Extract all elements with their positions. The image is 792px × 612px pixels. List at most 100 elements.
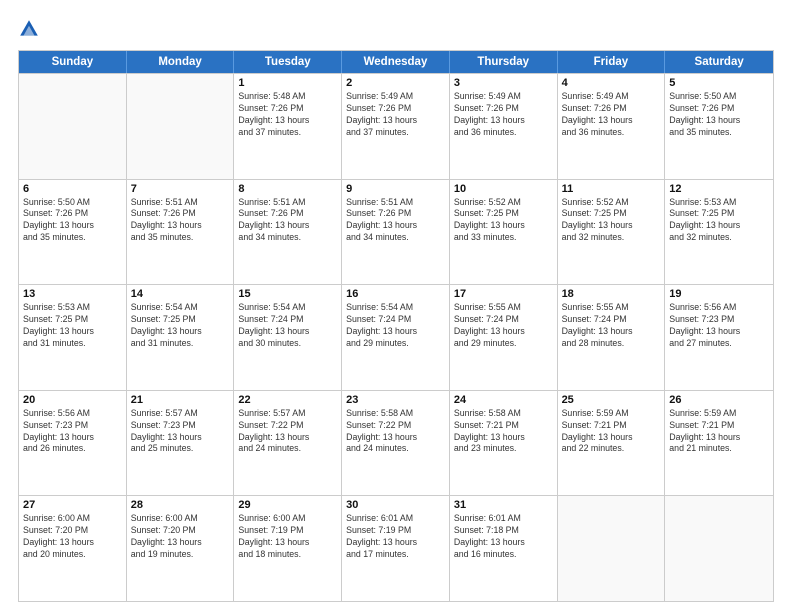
cell-info-line: Daylight: 13 hours <box>669 432 769 444</box>
cell-info-line: Daylight: 13 hours <box>562 115 661 127</box>
day-number: 28 <box>131 499 230 511</box>
cell-info-line: Daylight: 13 hours <box>238 115 337 127</box>
day-cell-8: 8Sunrise: 5:51 AMSunset: 7:26 PMDaylight… <box>234 180 342 285</box>
day-number: 16 <box>346 288 445 300</box>
cell-info-line: Daylight: 13 hours <box>238 220 337 232</box>
day-number: 26 <box>669 394 769 406</box>
calendar: SundayMondayTuesdayWednesdayThursdayFrid… <box>18 50 774 602</box>
cell-info-line: Sunrise: 5:49 AM <box>562 91 661 103</box>
day-cell-23: 23Sunrise: 5:58 AMSunset: 7:22 PMDayligh… <box>342 391 450 496</box>
day-cell-24: 24Sunrise: 5:58 AMSunset: 7:21 PMDayligh… <box>450 391 558 496</box>
day-number: 11 <box>562 183 661 195</box>
cell-info-line: Daylight: 13 hours <box>346 432 445 444</box>
cell-info-line: Sunset: 7:26 PM <box>562 103 661 115</box>
day-number: 15 <box>238 288 337 300</box>
cell-info-line: and 36 minutes. <box>454 127 553 139</box>
cell-info-line: Sunrise: 5:56 AM <box>669 302 769 314</box>
day-cell-13: 13Sunrise: 5:53 AMSunset: 7:25 PMDayligh… <box>19 285 127 390</box>
calendar-header: SundayMondayTuesdayWednesdayThursdayFrid… <box>19 51 773 73</box>
cell-info-line: Sunset: 7:19 PM <box>238 525 337 537</box>
cell-info-line: Daylight: 13 hours <box>669 326 769 338</box>
calendar-row-2: 6Sunrise: 5:50 AMSunset: 7:26 PMDaylight… <box>19 179 773 285</box>
cell-info-line: Sunrise: 5:51 AM <box>238 197 337 209</box>
cell-info-line: and 19 minutes. <box>131 549 230 561</box>
cell-info-line: Sunrise: 5:57 AM <box>131 408 230 420</box>
cell-info-line: Daylight: 13 hours <box>23 220 122 232</box>
weekday-header-sunday: Sunday <box>19 51 127 73</box>
weekday-header-tuesday: Tuesday <box>234 51 342 73</box>
day-number: 7 <box>131 183 230 195</box>
day-cell-27: 27 Sunrise: 6:00 AMSunset: 7:20 PMDayligh… <box>19 496 127 601</box>
cell-info-line: Sunrise: 5:51 AM <box>131 197 230 209</box>
day-number: 4 <box>562 77 661 89</box>
day-number: 30 <box>346 499 445 511</box>
cell-info-line: Sunrise: 5:56 AM <box>23 408 122 420</box>
cell-info-line: and 23 minutes. <box>454 443 553 455</box>
cell-info-line: Sunset: 7:21 PM <box>562 420 661 432</box>
cell-info-line: Daylight: 13 hours <box>131 537 230 549</box>
day-number: 6 <box>23 183 122 195</box>
cell-info-line: and 32 minutes. <box>562 232 661 244</box>
day-cell-12: 12Sunrise: 5:53 AMSunset: 7:25 PMDayligh… <box>665 180 773 285</box>
day-cell-25: 25Sunrise: 5:59 AMSunset: 7:21 PMDayligh… <box>558 391 666 496</box>
cell-info-line: and 34 minutes. <box>346 232 445 244</box>
cell-info-line: Sunrise: 5:49 AM <box>454 91 553 103</box>
cell-info-line: Sunrise: 6:00 AM <box>131 513 230 525</box>
cell-info-line: Sunset: 7:24 PM <box>238 314 337 326</box>
day-cell-10: 10Sunrise: 5:52 AMSunset: 7:25 PMDayligh… <box>450 180 558 285</box>
cell-info-line: and 24 minutes. <box>238 443 337 455</box>
empty-cell <box>19 74 127 179</box>
day-number: 3 <box>454 77 553 89</box>
cell-info-line: Daylight: 13 hours <box>454 432 553 444</box>
cell-info-line: and 35 minutes. <box>23 232 122 244</box>
cell-info-line: Daylight: 13 hours <box>131 220 230 232</box>
logo-icon <box>18 18 40 40</box>
cell-info-line: Sunrise: 6:00 AM <box>23 513 122 525</box>
day-cell-11: 11Sunrise: 5:52 AMSunset: 7:25 PMDayligh… <box>558 180 666 285</box>
cell-info-line: Sunrise: 5:58 AM <box>346 408 445 420</box>
cell-info-line: Sunrise: 5:55 AM <box>454 302 553 314</box>
cell-info-line: and 37 minutes. <box>346 127 445 139</box>
cell-info-line: Sunset: 7:22 PM <box>346 420 445 432</box>
cell-info-line: Daylight: 13 hours <box>23 432 122 444</box>
day-number: 14 <box>131 288 230 300</box>
day-cell-4: 4 Sunrise: 5:49 AMSunset: 7:26 PMDaylight… <box>558 74 666 179</box>
cell-info-line: Sunrise: 6:01 AM <box>454 513 553 525</box>
cell-info-line: and 21 minutes. <box>669 443 769 455</box>
cell-info-line: Sunset: 7:25 PM <box>131 314 230 326</box>
cell-info-line: Sunset: 7:26 PM <box>346 208 445 220</box>
day-number: 31 <box>454 499 553 511</box>
day-number: 8 <box>238 183 337 195</box>
day-cell-16: 16Sunrise: 5:54 AMSunset: 7:24 PMDayligh… <box>342 285 450 390</box>
cell-info-line: Sunrise: 5:54 AM <box>131 302 230 314</box>
cell-info-line: Sunset: 7:19 PM <box>346 525 445 537</box>
cell-info-line: Sunset: 7:26 PM <box>669 103 769 115</box>
weekday-header-wednesday: Wednesday <box>342 51 450 73</box>
cell-info-line: Daylight: 13 hours <box>562 220 661 232</box>
day-cell-21: 21Sunrise: 5:57 AMSunset: 7:23 PMDayligh… <box>127 391 235 496</box>
cell-info-line: Daylight: 13 hours <box>346 537 445 549</box>
day-cell-17: 17Sunrise: 5:55 AMSunset: 7:24 PMDayligh… <box>450 285 558 390</box>
cell-info-line: Sunrise: 5:48 AM <box>238 91 337 103</box>
day-number: 1 <box>238 77 337 89</box>
day-cell-29: 29Sunrise: 6:00 AMSunset: 7:19 PMDayligh… <box>234 496 342 601</box>
cell-info-line: Daylight: 13 hours <box>23 537 122 549</box>
cell-info-line: Sunset: 7:26 PM <box>131 208 230 220</box>
cell-info-line: and 35 minutes. <box>669 127 769 139</box>
cell-info-line: and 35 minutes. <box>131 232 230 244</box>
cell-info-line: Sunset: 7:23 PM <box>131 420 230 432</box>
cell-info-line: and 29 minutes. <box>346 338 445 350</box>
logo <box>18 18 44 40</box>
cell-info-line: Daylight: 13 hours <box>562 326 661 338</box>
cell-info-line: and 33 minutes. <box>454 232 553 244</box>
cell-info-line: Sunrise: 5:57 AM <box>238 408 337 420</box>
cell-info-line: Sunrise: 5:53 AM <box>23 302 122 314</box>
day-number: 27 <box>23 499 122 511</box>
cell-info-line: Daylight: 13 hours <box>669 115 769 127</box>
day-number: 9 <box>346 183 445 195</box>
cell-info-line: Sunset: 7:20 PM <box>23 525 122 537</box>
calendar-row-3: 13Sunrise: 5:53 AMSunset: 7:25 PMDayligh… <box>19 284 773 390</box>
cell-info-line: Sunset: 7:22 PM <box>238 420 337 432</box>
cell-info-line: and 31 minutes. <box>23 338 122 350</box>
cell-info-line: Sunset: 7:24 PM <box>454 314 553 326</box>
